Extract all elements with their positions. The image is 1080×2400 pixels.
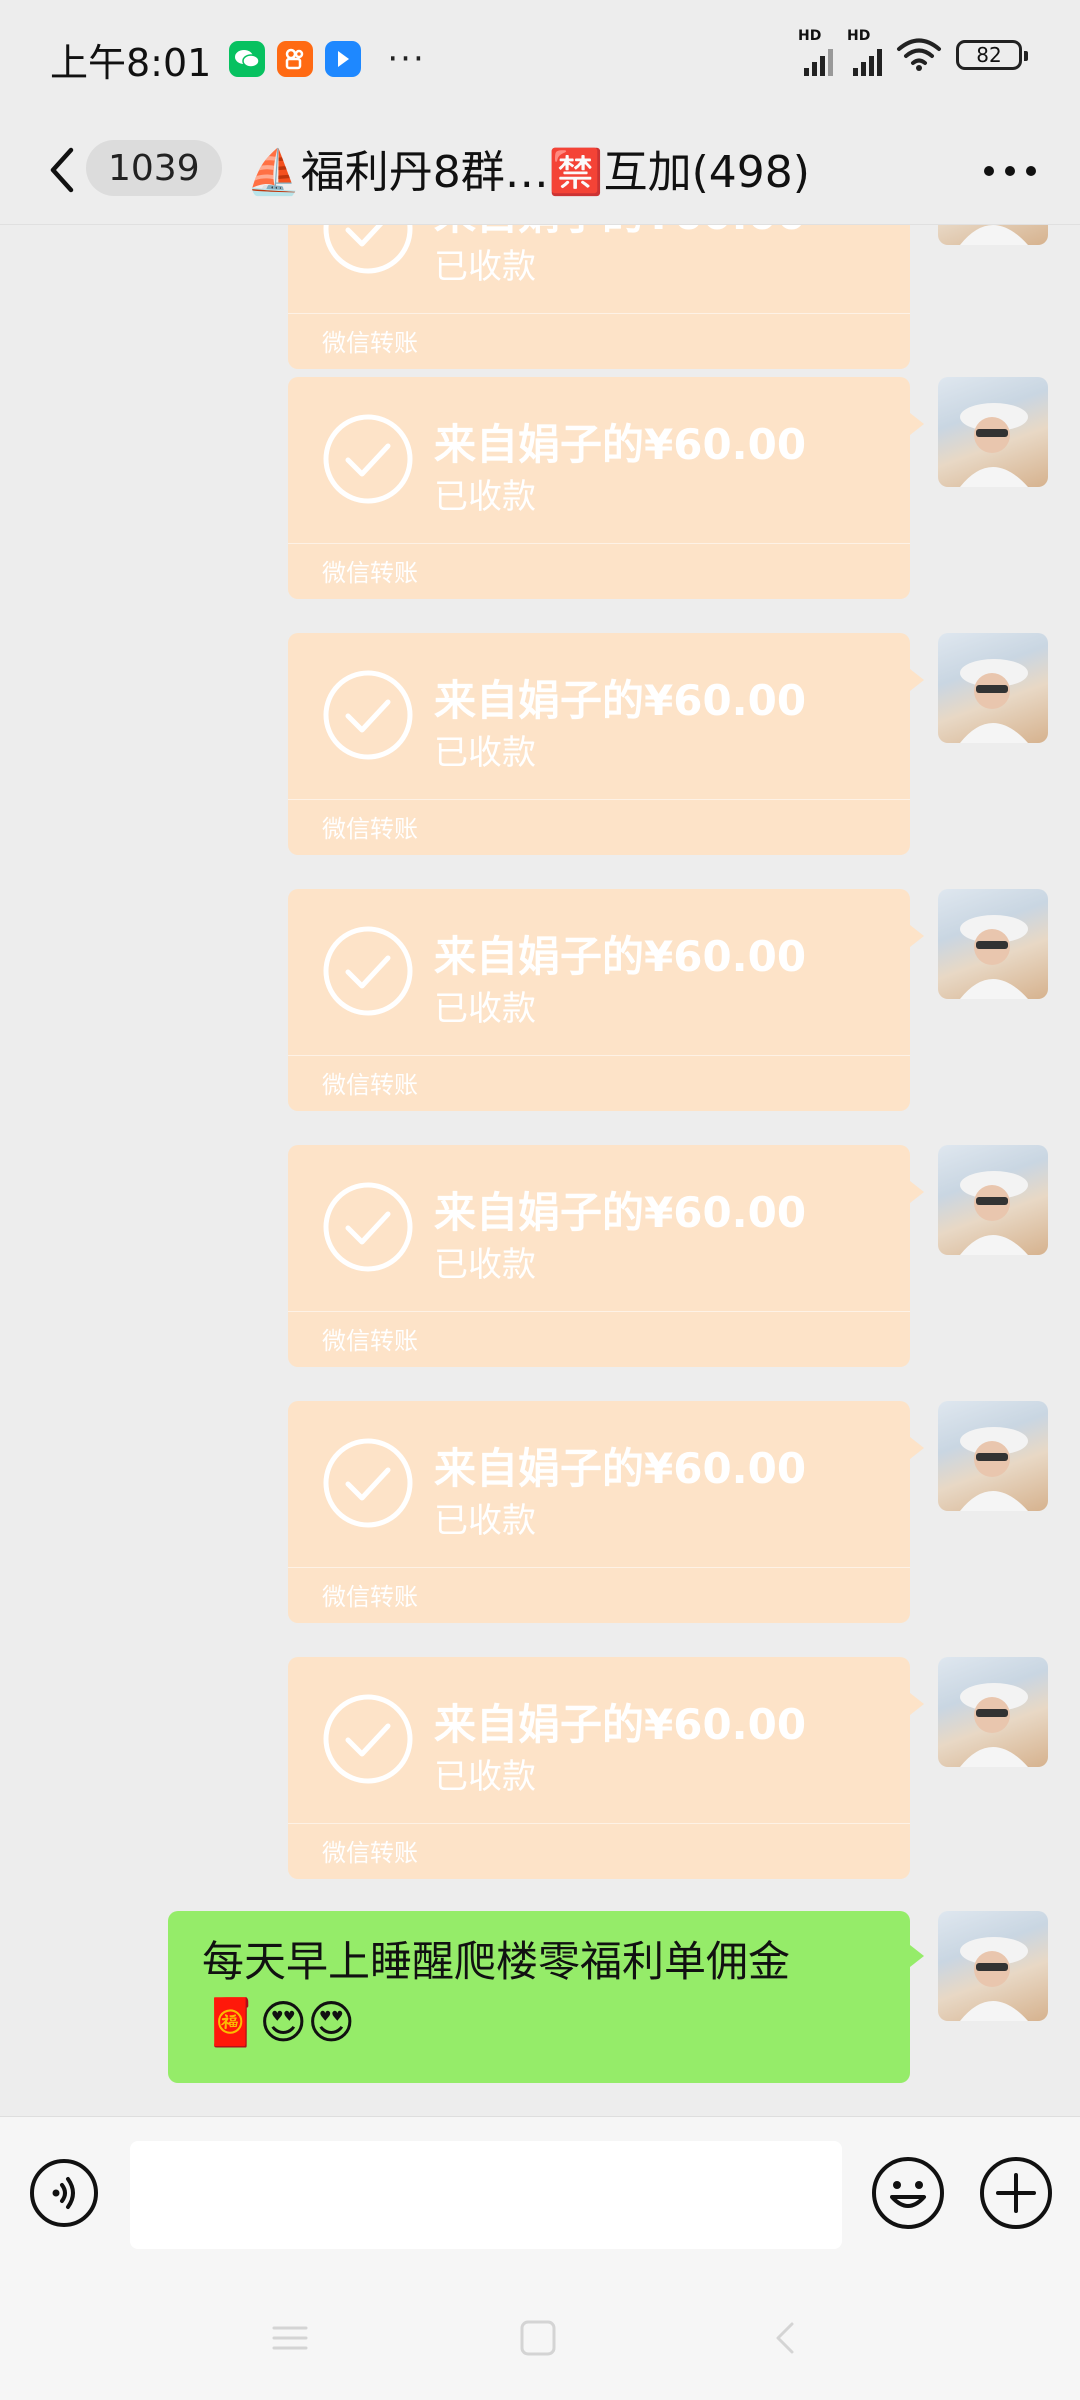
- check-circle-icon: [323, 1694, 413, 1784]
- card-divider: [288, 543, 910, 544]
- sender-avatar[interactable]: [938, 1657, 1048, 1767]
- wechat-notification-icon: [229, 41, 266, 77]
- chat-message-list[interactable]: 来自娟子的¥60.00 已收款 微信转账 来自娟子的¥60.00 已收款 微信转…: [0, 224, 1080, 2117]
- transfer-status: 已收款: [434, 1245, 536, 1285]
- transfer-amount: 来自娟子的¥60.00: [434, 1188, 807, 1237]
- card-divider: [288, 799, 910, 800]
- kuaishou-notification-icon: [277, 41, 314, 77]
- transfer-source-label: 微信转账: [322, 1583, 418, 1611]
- status-indicators: HD HD 82: [798, 28, 1028, 76]
- transfer-source-label: 微信转账: [322, 1327, 418, 1355]
- transfer-source-label: 微信转账: [322, 559, 418, 587]
- transfer-status: 已收款: [434, 1501, 536, 1541]
- sender-avatar[interactable]: [938, 225, 1048, 245]
- chat-header: 1039 ⛵福利丹8群…🈲互加(498): [0, 118, 1080, 224]
- more-horizontal-icon: [984, 166, 1036, 176]
- chevron-left-icon: [50, 147, 74, 193]
- check-circle-icon: [323, 670, 413, 760]
- transfer-status: 已收款: [434, 477, 536, 517]
- card-divider: [288, 1567, 910, 1568]
- transfer-amount: 来自娟子的¥60.00: [434, 676, 807, 725]
- sender-avatar[interactable]: [938, 377, 1048, 487]
- wifi-icon: [897, 38, 941, 71]
- transfer-source-label: 微信转账: [322, 1839, 418, 1867]
- card-divider: [288, 1823, 910, 1824]
- voice-icon[interactable]: [28, 2157, 100, 2229]
- hd-label: HD: [798, 28, 822, 44]
- transfer-message-card[interactable]: 来自娟子的¥60.00 已收款 微信转账: [288, 377, 924, 599]
- transfer-message-card[interactable]: 来自娟子的¥60.00 已收款 微信转账: [288, 1657, 924, 1879]
- menu-icon[interactable]: [268, 2316, 312, 2360]
- message-emoji: 🧧😍😍: [202, 1995, 356, 2049]
- back-button[interactable]: [40, 140, 84, 200]
- home-icon[interactable]: [516, 2316, 560, 2360]
- signal-strength-icon: HD: [798, 28, 833, 76]
- transfer-amount: 来自娟子的¥60.00: [434, 932, 807, 981]
- message-input[interactable]: [130, 2141, 842, 2249]
- smiley-icon[interactable]: [870, 2155, 946, 2231]
- status-bar: 上午8:01 ··· HD HD 82: [0, 0, 1080, 118]
- check-circle-icon: [323, 414, 413, 504]
- transfer-amount: 来自娟子的¥60.00: [434, 1700, 807, 1749]
- text-message-bubble[interactable]: 每天早上睡醒爬楼零福利单佣金 🧧😍😍: [168, 1911, 924, 2083]
- sender-avatar[interactable]: [938, 1145, 1048, 1255]
- hd-label-2: HD: [847, 28, 871, 44]
- battery-indicator: 82: [956, 40, 1028, 70]
- transfer-message-card[interactable]: 来自娟子的¥60.00 已收款 微信转账: [288, 633, 924, 855]
- transfer-amount: 来自娟子的¥60.00: [434, 420, 807, 469]
- transfer-message-card[interactable]: 来自娟子的¥60.00 已收款 微信转账: [288, 1145, 924, 1367]
- app-notification-icon: [325, 41, 362, 77]
- back-nav-icon[interactable]: [764, 2316, 808, 2360]
- unread-count: 1039: [108, 147, 200, 189]
- battery-level: 82: [976, 43, 1002, 67]
- message-input-bar: [0, 2116, 1080, 2277]
- chat-more-button[interactable]: [980, 146, 1040, 196]
- plus-circle-icon[interactable]: [978, 2155, 1054, 2231]
- check-circle-icon: [323, 926, 413, 1016]
- card-divider: [288, 313, 910, 314]
- sender-avatar[interactable]: [938, 1911, 1048, 2021]
- check-circle-icon: [323, 1438, 413, 1528]
- transfer-source-label: 微信转账: [322, 1071, 418, 1099]
- status-time: 上午8:01: [50, 40, 212, 85]
- more-notifications-icon: ···: [387, 39, 426, 79]
- message-text: 每天早上睡醒爬楼零福利单佣金: [202, 1937, 791, 1986]
- transfer-amount: 来自娟子的¥60.00: [434, 1444, 807, 1493]
- card-divider: [288, 1311, 910, 1312]
- transfer-status: 已收款: [434, 1757, 536, 1797]
- transfer-message-card[interactable]: 来自娟子的¥60.00 已收款 微信转账: [288, 225, 910, 369]
- sender-avatar[interactable]: [938, 1401, 1048, 1511]
- transfer-status: 已收款: [434, 733, 536, 773]
- chat-title[interactable]: ⛵福利丹8群…🈲互加(498): [246, 136, 810, 200]
- card-divider: [288, 1055, 910, 1056]
- transfer-message-card[interactable]: 来自娟子的¥60.00 已收款 微信转账: [288, 1401, 924, 1623]
- transfer-status: 已收款: [434, 247, 536, 287]
- sender-avatar[interactable]: [938, 633, 1048, 743]
- transfer-source-label: 微信转账: [322, 815, 418, 843]
- unread-count-badge[interactable]: 1039: [86, 140, 222, 196]
- transfer-status: 已收款: [434, 989, 536, 1029]
- check-circle-icon: [323, 225, 413, 274]
- signal-strength-icon-2: HD: [847, 28, 882, 76]
- transfer-source-label: 微信转账: [322, 329, 418, 357]
- sender-avatar[interactable]: [938, 889, 1048, 999]
- check-circle-icon: [323, 1182, 413, 1272]
- transfer-message-card[interactable]: 来自娟子的¥60.00 已收款 微信转账: [288, 889, 924, 1111]
- system-navigation-bar: [0, 2276, 1080, 2400]
